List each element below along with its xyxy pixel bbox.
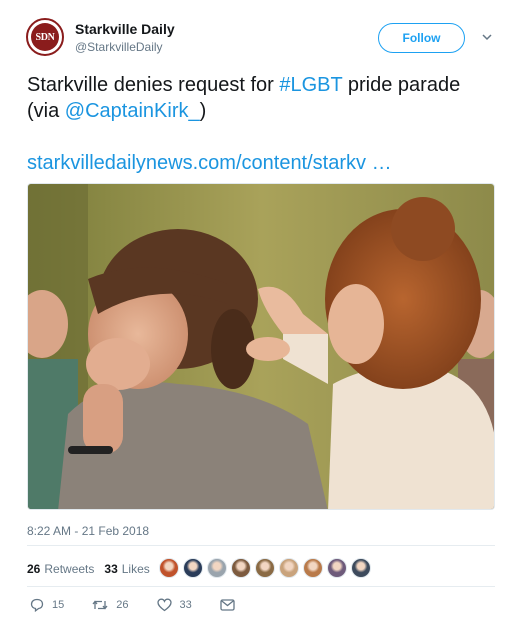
tweet-photo[interactable]	[27, 183, 495, 510]
retweet-count: 26	[116, 599, 129, 611]
liker-avatar[interactable]	[207, 558, 227, 578]
likes-stat[interactable]: 33 Likes	[104, 562, 149, 576]
divider	[27, 586, 495, 587]
author-name[interactable]: Starkville Daily	[75, 21, 175, 37]
retweet-button[interactable]: 26	[92, 598, 129, 612]
reply-count: 15	[52, 599, 65, 611]
retweets-stat[interactable]: 26 Retweets	[27, 562, 94, 576]
liker-avatar[interactable]	[159, 558, 179, 578]
tweet-text-part: )	[199, 100, 207, 122]
retweets-count: 26	[27, 562, 41, 576]
engagement-stats: 26 Retweets 33 Likes	[27, 562, 160, 576]
envelope-icon	[220, 599, 235, 611]
reply-icon	[30, 598, 44, 612]
avatar-logo-text: SDN	[31, 23, 59, 51]
likes-count: 33	[104, 562, 118, 576]
liker-avatar[interactable]	[327, 558, 347, 578]
retweet-icon	[92, 600, 108, 610]
liker-avatar[interactable]	[183, 558, 203, 578]
tweet-text-part: Starkville denies request for	[27, 74, 280, 96]
liker-avatar[interactable]	[303, 558, 323, 578]
mention-link[interactable]: @CaptainKirk_	[65, 100, 200, 122]
retweets-label: Retweets	[44, 562, 95, 576]
likers-avatars	[159, 558, 375, 578]
liker-avatar[interactable]	[279, 558, 299, 578]
heart-icon	[156, 598, 172, 612]
photo-image	[28, 184, 494, 509]
tweet-timestamp[interactable]: 8:22 AM - 21 Feb 2018	[27, 524, 149, 538]
liker-avatar[interactable]	[231, 558, 251, 578]
hashtag-link[interactable]: #LGBT	[279, 74, 342, 96]
liker-avatar[interactable]	[255, 558, 275, 578]
tweet-actions: 15 26 33	[30, 598, 271, 612]
reply-button[interactable]: 15	[30, 598, 64, 612]
direct-message-button[interactable]	[220, 599, 243, 611]
article-link[interactable]: starkvilledailynews.com/content/starkv …	[27, 150, 507, 176]
chevron-down-icon[interactable]	[482, 32, 492, 42]
liker-avatar[interactable]	[351, 558, 371, 578]
tweet-text: Starkville denies request for #LGBT prid…	[27, 72, 497, 124]
author-avatar[interactable]: SDN	[26, 18, 64, 56]
author-handle[interactable]: @StarkvilleDaily	[75, 40, 163, 54]
divider	[27, 545, 495, 546]
likes-label: Likes	[121, 562, 150, 576]
like-count: 33	[179, 599, 192, 611]
follow-button[interactable]: Follow	[378, 23, 465, 53]
like-button[interactable]: 33	[156, 598, 192, 612]
